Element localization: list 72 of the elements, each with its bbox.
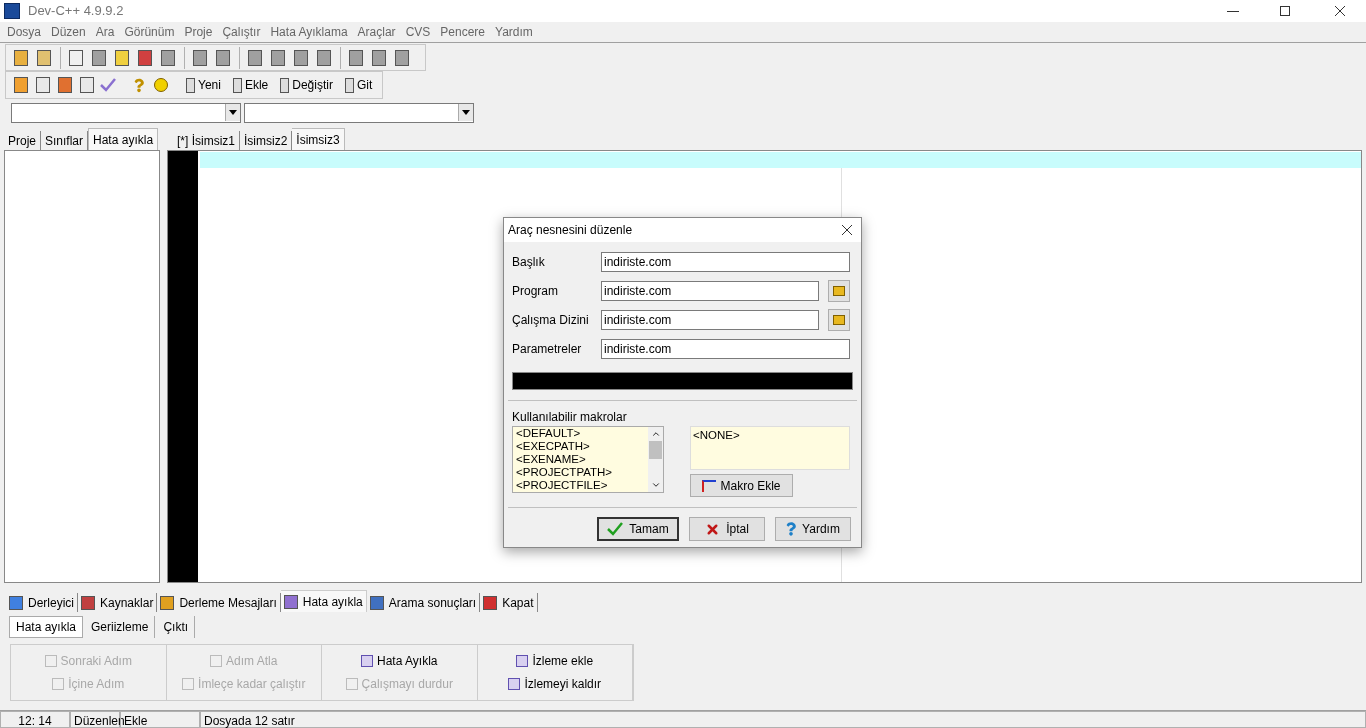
app-icon [4, 3, 20, 19]
help-icon[interactable] [134, 77, 144, 93]
minimize-icon[interactable] [1227, 10, 1239, 12]
macro-list-item[interactable]: <DEFAULT> [516, 427, 648, 440]
macros-label: Kullanılabilir makrolar [512, 409, 628, 426]
menu-item[interactable]: CVS [400, 23, 436, 41]
tab[interactable]: Arama sonuçları [366, 593, 481, 612]
scroll-down-icon[interactable] [650, 480, 661, 490]
dialog-button[interactable]: Yardım [775, 517, 851, 541]
macro-list-item[interactable]: <PROJECTFILE> [516, 479, 648, 492]
dialog-button[interactable]: İptal [689, 517, 765, 541]
debug-button[interactable]: İzleme ekle [516, 652, 594, 670]
menu-item[interactable]: Ara [90, 23, 120, 41]
input-field[interactable]: indiriste.com [601, 310, 819, 330]
checkmark-icon [607, 522, 624, 536]
dropdown[interactable] [11, 102, 241, 123]
toolbar-button[interactable]: Git [338, 74, 379, 96]
status-text: 12: 14 [0, 711, 70, 728]
input-field[interactable]: indiriste.com [601, 339, 850, 359]
tab[interactable]: Derleme Mesajları [157, 593, 281, 612]
menu-item[interactable]: Dosya [2, 23, 46, 41]
dropdown-arrow-icon [229, 109, 237, 115]
menu-item[interactable]: Hata Ayıklama [265, 23, 353, 41]
help-icon [786, 521, 797, 537]
tab[interactable]: Geriizleme [85, 616, 156, 638]
folder-browse-button[interactable] [828, 280, 850, 302]
menu-item[interactable]: Çalıştır [217, 23, 266, 41]
tab[interactable]: Hata ayıkla [280, 590, 367, 612]
tab[interactable]: İsimsiz3 [292, 128, 345, 150]
toolbar-button[interactable]: Değiştir [274, 74, 339, 96]
debug-button[interactable]: Hata Ayıkla [361, 652, 438, 670]
toolbar-button[interactable]: Yeni [180, 74, 227, 96]
menu-item[interactable]: Düzen [46, 23, 91, 41]
dialog-title: Araç nesnesini düzenle [508, 222, 634, 239]
menu-item[interactable]: Pencere [435, 23, 490, 41]
status-text: Dosyada 12 satır [200, 711, 1366, 728]
macro-preview: <NONE> [690, 426, 850, 470]
field-label: Çalışma Dizini [512, 312, 590, 329]
tab[interactable]: Çıktı [157, 616, 196, 638]
toolbar-button[interactable]: Ekle [226, 74, 275, 96]
dropdown-arrow-icon [462, 109, 470, 115]
window-title: Dev-C++ 4.9.9.2 [28, 2, 124, 21]
tab[interactable]: Derleyici [6, 593, 78, 612]
menu-item[interactable]: Yardım [490, 23, 538, 41]
input-field[interactable]: indiriste.com [601, 281, 819, 301]
macro-list-item[interactable]: <PROJECTPATH> [516, 466, 648, 479]
tab[interactable]: Hata ayıkla [88, 128, 159, 150]
tab[interactable]: Hata ayıkla [9, 616, 84, 638]
restore-icon[interactable] [1280, 6, 1290, 16]
input-field[interactable]: indiriste.com [601, 252, 850, 272]
folder-browse-button[interactable] [828, 309, 850, 331]
macro-list-item[interactable]: <EXECPATH> [516, 440, 648, 453]
field-label: Program [512, 283, 559, 300]
smiley-icon[interactable] [154, 78, 168, 92]
tab[interactable]: Kaynaklar [78, 593, 158, 612]
menu-item[interactable]: Proje [179, 23, 218, 41]
close-icon[interactable] [1334, 5, 1346, 17]
macro-list-item[interactable]: <EXENAME> [516, 453, 648, 466]
scrollbar[interactable] [648, 427, 663, 492]
menu-item[interactable]: Görünüm [119, 23, 180, 41]
scroll-up-icon[interactable] [650, 429, 661, 439]
field-label: Parametreler [512, 341, 583, 358]
add-macro-button[interactable]: Makro Ekle [690, 474, 793, 497]
dropdown[interactable] [244, 102, 474, 123]
macro-list[interactable]: <DEFAULT> <EXECPATH> <EXENAME> <PROJECTPATH> <PROJECTFILE> [512, 426, 664, 493]
menu-item[interactable]: Araçlar [352, 23, 401, 41]
debug-button[interactable]: İzlemeyi kaldır [508, 675, 602, 693]
tab[interactable]: Kapat [480, 593, 538, 612]
checkmark-icon [100, 78, 116, 92]
close-icon[interactable] [841, 224, 853, 236]
dialog-button[interactable]: Tamam [597, 517, 679, 541]
field-label: Başlık [512, 254, 546, 271]
